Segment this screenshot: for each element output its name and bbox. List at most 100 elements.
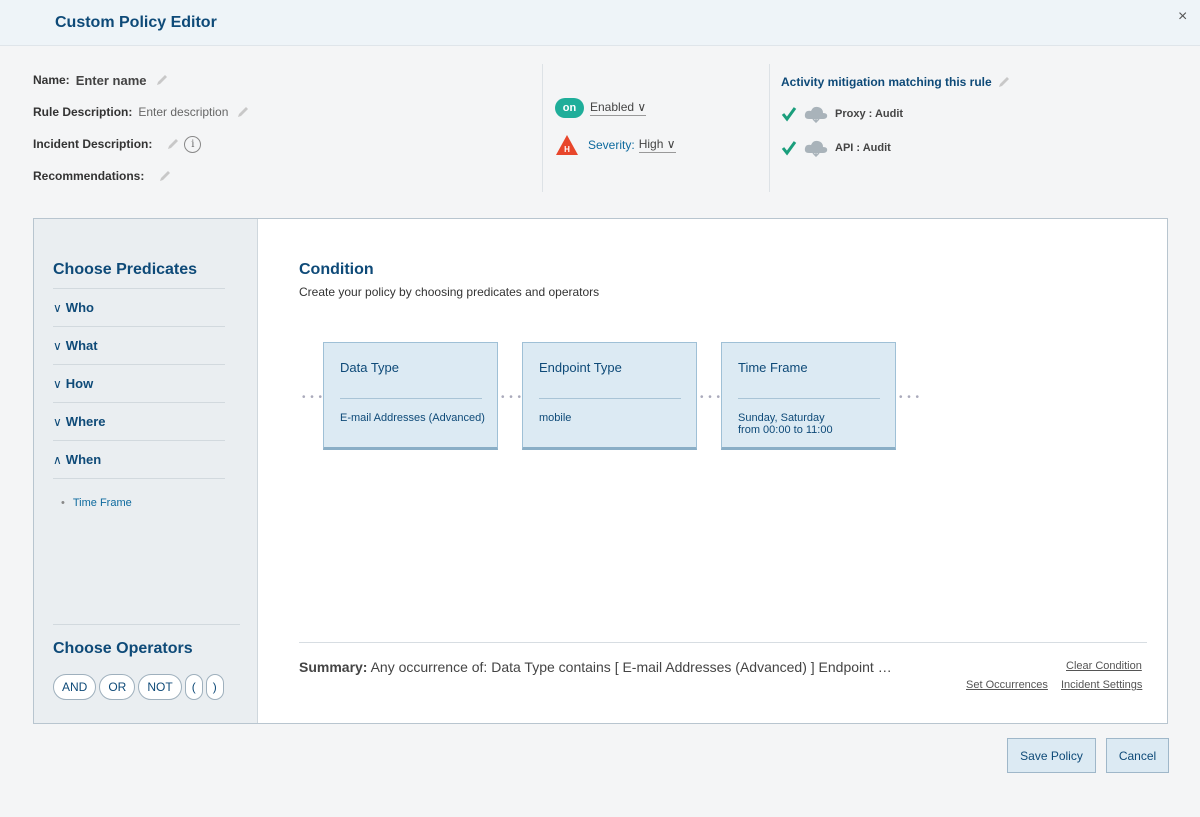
chevron-down-icon: ∨ (53, 376, 62, 391)
severity-dropdown[interactable]: High ∨ (638, 137, 676, 153)
condition-title: Condition (299, 261, 374, 278)
chevron-up-icon: ∧ (53, 452, 62, 467)
recommendations-label: Recommendations: (33, 169, 145, 183)
mitigation-item-api: API : Audit (781, 138, 1011, 158)
condition-summary: Summary: Any occurrence of: Data Type co… (299, 659, 892, 675)
clear-condition-link[interactable]: Clear Condition (1066, 660, 1142, 672)
edit-mitigation-pencil-icon[interactable] (997, 75, 1011, 89)
choose-operators-title: Choose Operators (53, 640, 193, 657)
enabled-dropdown[interactable]: Enabled ∨ (590, 100, 647, 116)
predicate-label: When (65, 452, 102, 467)
mitigation-label: API : Audit (835, 142, 891, 154)
operator-open-paren-button[interactable]: ( (184, 674, 203, 700)
mitigation-label: Proxy : Audit (835, 108, 904, 120)
name-value[interactable]: Enter name (76, 73, 147, 88)
card-divider (539, 398, 681, 399)
rule-description-field: Rule Description: Enter description (33, 96, 543, 128)
card-title: Time Frame (738, 360, 808, 375)
card-title: Data Type (340, 360, 400, 375)
severity-high-icon: H (556, 135, 578, 155)
save-policy-button[interactable]: Save Policy (1007, 738, 1096, 773)
predicate-when[interactable]: ∧ When (53, 440, 225, 478)
set-occurrences-link[interactable]: Set Occurrences (966, 679, 1048, 691)
chevron-down-icon: ∨ (53, 338, 62, 353)
predicate-what[interactable]: ∨ What (53, 326, 225, 364)
summary-text: Any occurrence of: Data Type contains [ … (370, 659, 892, 675)
bullet-icon: • (61, 497, 65, 509)
card-value: Sunday, Saturday from 00:00 to 11:00 (738, 412, 833, 436)
dialog-header: Custom Policy Editor × (0, 0, 1200, 46)
card-title: Endpoint Type (539, 360, 622, 375)
meta-divider (542, 64, 543, 192)
operator-not-button[interactable]: NOT (138, 674, 182, 700)
connector-dots[interactable]: • • • (501, 392, 522, 403)
condition-card-time-frame[interactable]: Time Frame Sunday, Saturday from 00:00 t… (721, 342, 896, 450)
predicate-how[interactable]: ∨ How (53, 364, 225, 402)
incident-description-field: Incident Description: i (33, 128, 543, 160)
predicate-list-divider (53, 478, 225, 479)
chevron-down-icon: ∨ (53, 300, 62, 315)
dialog-title: Custom Policy Editor (55, 14, 217, 31)
card-divider (738, 398, 880, 399)
connector-dots[interactable]: • • • (700, 392, 721, 403)
close-icon[interactable]: × (1178, 8, 1187, 26)
rule-description-label: Rule Description: (33, 105, 133, 119)
info-icon[interactable]: i (184, 135, 202, 153)
connector-dots[interactable]: • • • (302, 392, 323, 403)
name-field: Name: Enter name (33, 64, 543, 96)
rule-description-value[interactable]: Enter description (138, 105, 228, 119)
edit-incident-description-pencil-icon[interactable] (166, 137, 180, 151)
card-divider (340, 398, 482, 399)
severity-badge-letter: H (564, 145, 570, 154)
predicate-sub-item-time-frame[interactable]: • Time Frame (61, 497, 132, 509)
condition-card-endpoint-type[interactable]: Endpoint Type mobile (522, 342, 697, 450)
predicate-label: How (65, 376, 94, 391)
incident-settings-link[interactable]: Incident Settings (1061, 679, 1142, 691)
chevron-down-icon: ∨ (637, 100, 647, 114)
cancel-button[interactable]: Cancel (1106, 738, 1169, 773)
predicate-label: What (65, 338, 98, 353)
mitigation-item-proxy: Proxy : Audit (781, 104, 1011, 124)
predicate-label: Who (65, 300, 94, 315)
chevron-down-icon: ∨ (53, 414, 62, 429)
cloud-icon (804, 140, 828, 157)
summary-divider (299, 642, 1147, 643)
policy-builder-panel: Choose Predicates ∨ Who ∨ What ∨ How ∨ Where… (33, 218, 1168, 724)
predicate-list: ∨ Who ∨ What ∨ How ∨ Where ∧ When (53, 288, 225, 479)
recommendations-field: Recommendations: (33, 160, 543, 192)
choose-predicates-title: Choose Predicates (53, 261, 198, 278)
operator-and-button[interactable]: AND (53, 674, 97, 700)
condition-card-data-type[interactable]: Data Type E-mail Addresses (Advanced) (323, 342, 498, 450)
predicate-label: Where (65, 414, 106, 429)
condition-area: Condition Create your policy by choosing… (259, 219, 1167, 723)
edit-rule-description-pencil-icon[interactable] (236, 105, 250, 119)
card-value: mobile (539, 412, 572, 424)
chevron-down-icon: ∨ (666, 137, 676, 151)
condition-subtitle: Create your policy by choosing predicate… (299, 285, 600, 299)
cloud-icon (804, 106, 828, 123)
operator-close-paren-button[interactable]: ) (205, 674, 224, 700)
check-icon (781, 141, 797, 156)
enabled-row: on Enabled ∨ (555, 96, 676, 120)
operator-or-button[interactable]: OR (99, 674, 136, 700)
edit-name-pencil-icon[interactable] (155, 73, 169, 87)
operators-divider (53, 624, 240, 625)
activity-mitigation: Activity mitigation matching this rule P… (781, 74, 1011, 172)
policy-meta-fields: Name: Enter name Rule Description: Enter… (33, 64, 543, 192)
summary-label: Summary: (299, 659, 368, 675)
predicates-sidebar: Choose Predicates ∨ Who ∨ What ∨ How ∨ Where… (34, 219, 258, 723)
edit-recommendations-pencil-icon[interactable] (158, 169, 172, 183)
predicate-who[interactable]: ∨ Who (53, 288, 225, 326)
severity-row: H Severity: High ∨ (555, 133, 676, 157)
severity-label: Severity: (588, 138, 635, 152)
mitigation-title: Activity mitigation matching this rule (781, 74, 1011, 90)
connector-dots[interactable]: • • • (899, 392, 920, 403)
predicate-where[interactable]: ∨ Where (53, 402, 225, 440)
severity-value: High (638, 137, 664, 151)
operator-buttons: AND OR NOT ( ) (53, 674, 224, 700)
meta-divider (769, 64, 770, 192)
enabled-value: Enabled (590, 100, 635, 114)
card-value: E-mail Addresses (Advanced) (340, 412, 485, 424)
enabled-toggle[interactable]: on (555, 98, 584, 118)
sub-item-label: Time Frame (72, 497, 132, 509)
